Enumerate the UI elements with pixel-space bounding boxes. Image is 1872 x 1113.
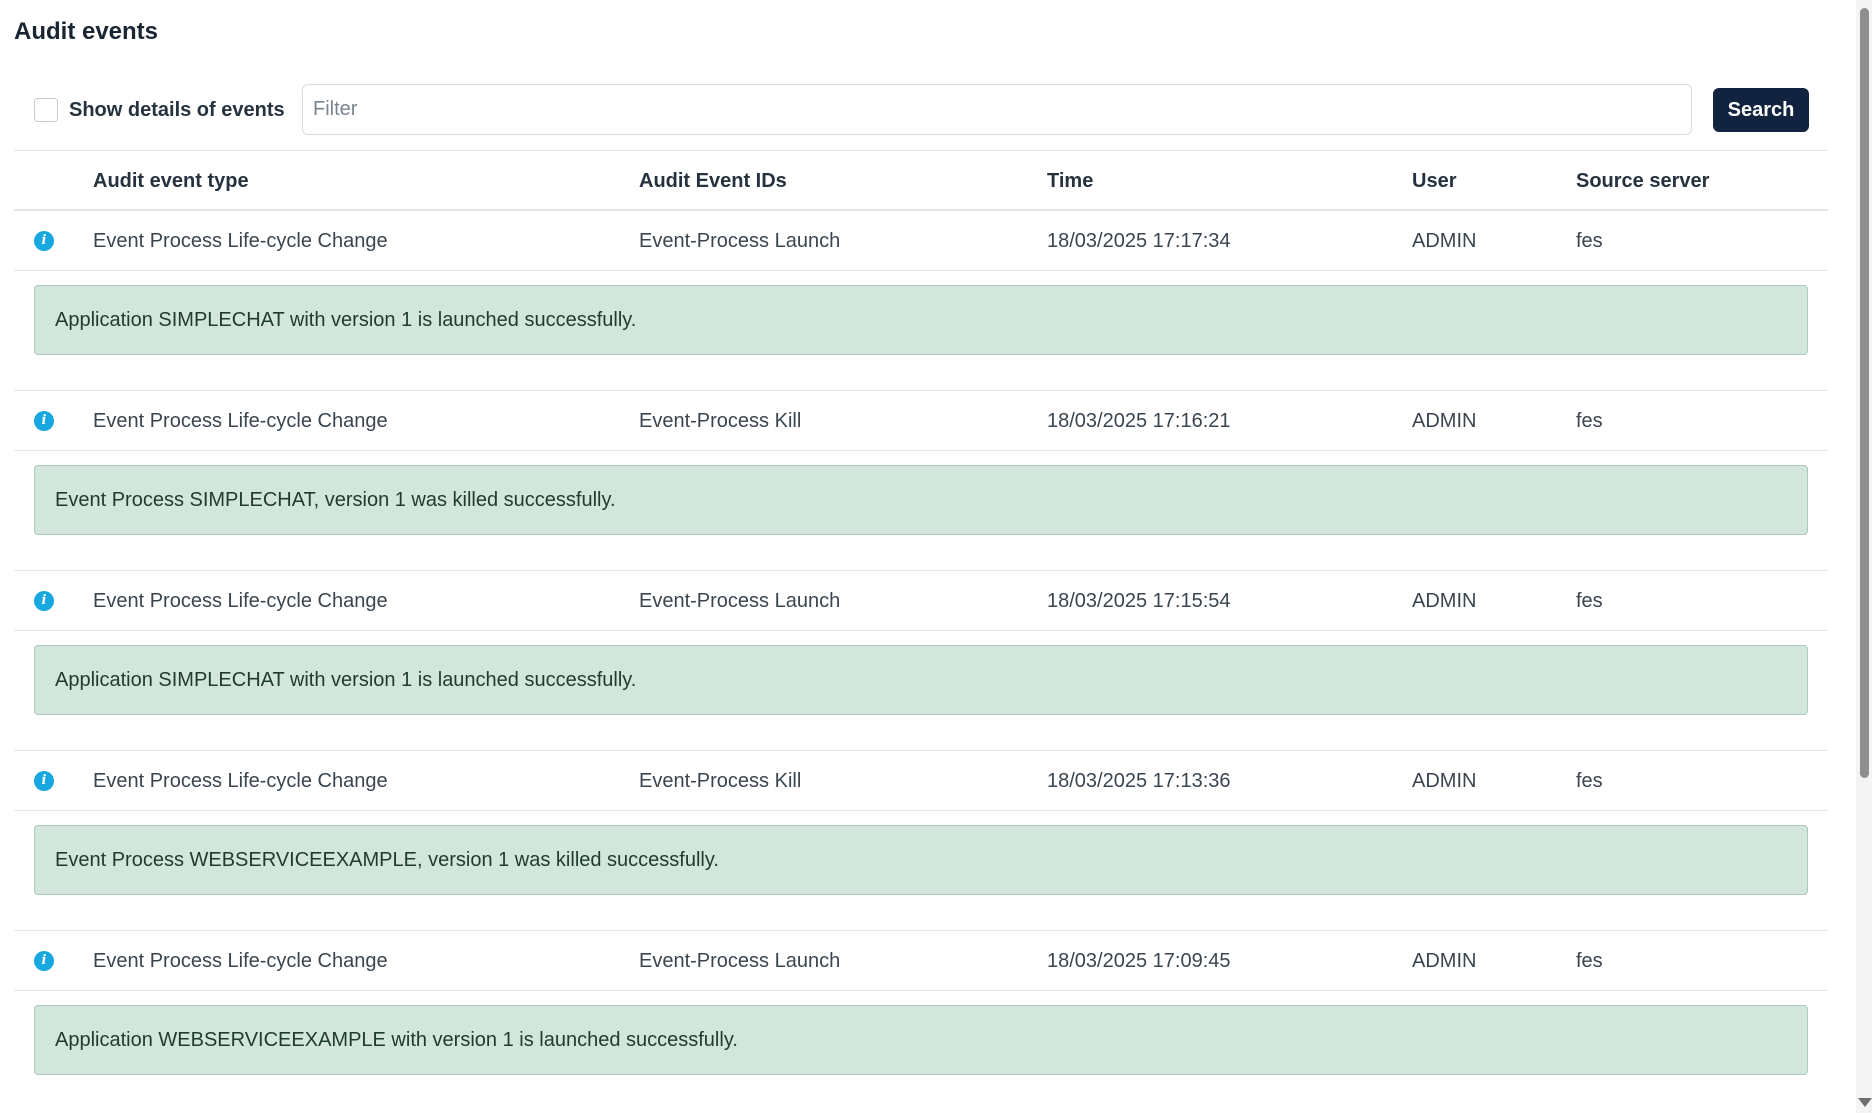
- audit-events-table: Audit event type Audit Event IDs Time Us…: [14, 150, 1828, 1110]
- info-icon[interactable]: i: [34, 411, 54, 431]
- event-user-cell: ADMIN: [1412, 770, 1477, 792]
- page-title: Audit events: [14, 18, 159, 45]
- show-details-checkbox[interactable]: [34, 98, 58, 122]
- event-user-cell: ADMIN: [1412, 950, 1477, 972]
- event-ids-cell: Event-Process Launch: [639, 590, 841, 612]
- event-type-cell: Event Process Life-cycle Change: [93, 230, 388, 252]
- info-icon[interactable]: i: [34, 951, 54, 971]
- filter-input[interactable]: [302, 84, 1692, 135]
- event-type-cell: Event Process Life-cycle Change: [93, 950, 388, 972]
- table-row[interactable]: i Event Process Life-cycle Change Event-…: [14, 930, 1828, 990]
- event-detail-message: Application WEBSERVICEEXAMPLE with versi…: [34, 1005, 1808, 1075]
- event-detail-message: Event Process SIMPLECHAT, version 1 was …: [34, 465, 1808, 535]
- column-header-audit-event-ids[interactable]: Audit Event IDs: [639, 151, 787, 211]
- info-icon[interactable]: i: [34, 591, 54, 611]
- event-time-cell: 18/03/2025 17:15:54: [1047, 590, 1231, 612]
- event-ids-cell: Event-Process Kill: [639, 410, 802, 432]
- search-button[interactable]: Search: [1713, 88, 1809, 132]
- table-row[interactable]: i Event Process Life-cycle Change Event-…: [14, 210, 1828, 270]
- event-time-cell: 18/03/2025 17:17:34: [1047, 230, 1231, 252]
- event-time-cell: 18/03/2025 17:16:21: [1047, 410, 1231, 432]
- event-ids-cell: Event-Process Launch: [639, 950, 841, 972]
- table-header-row: Audit event type Audit Event IDs Time Us…: [14, 150, 1828, 210]
- event-ids-cell: Event-Process Kill: [639, 770, 802, 792]
- table-row[interactable]: i Event Process Life-cycle Change Event-…: [14, 570, 1828, 630]
- info-icon[interactable]: i: [34, 771, 54, 791]
- event-user-cell: ADMIN: [1412, 590, 1477, 612]
- column-header-source-server[interactable]: Source server: [1576, 151, 1709, 211]
- event-type-cell: Event Process Life-cycle Change: [93, 410, 388, 432]
- event-detail-area: Event Process WEBSERVICEEXAMPLE, version…: [14, 810, 1828, 930]
- event-detail-message: Event Process WEBSERVICEEXAMPLE, version…: [34, 825, 1808, 895]
- column-header-time[interactable]: Time: [1047, 151, 1093, 211]
- column-header-audit-event-type[interactable]: Audit event type: [93, 151, 249, 211]
- event-detail-message: Application SIMPLECHAT with version 1 is…: [34, 285, 1808, 355]
- event-source-cell: fes: [1576, 590, 1603, 612]
- event-detail-area: Application SIMPLECHAT with version 1 is…: [14, 270, 1828, 390]
- info-icon[interactable]: i: [34, 231, 54, 251]
- filter-toolbar: Show details of events Search: [14, 84, 1828, 136]
- scroll-down-arrow-icon[interactable]: [1858, 1098, 1872, 1107]
- event-time-cell: 18/03/2025 17:09:45: [1047, 950, 1231, 972]
- vertical-scrollbar[interactable]: [1856, 0, 1872, 1113]
- column-header-user[interactable]: User: [1412, 151, 1456, 211]
- show-details-toggle[interactable]: Show details of events: [34, 98, 285, 122]
- event-user-cell: ADMIN: [1412, 230, 1477, 252]
- table-row[interactable]: i Event Process Life-cycle Change Event-…: [14, 390, 1828, 450]
- show-details-label[interactable]: Show details of events: [69, 99, 285, 122]
- event-source-cell: fes: [1576, 950, 1603, 972]
- event-type-cell: Event Process Life-cycle Change: [93, 590, 388, 612]
- event-detail-area: Application WEBSERVICEEXAMPLE with versi…: [14, 990, 1828, 1110]
- event-source-cell: fes: [1576, 230, 1603, 252]
- event-detail-area: Application SIMPLECHAT with version 1 is…: [14, 630, 1828, 750]
- event-source-cell: fes: [1576, 770, 1603, 792]
- event-time-cell: 18/03/2025 17:13:36: [1047, 770, 1231, 792]
- event-detail-message: Application SIMPLECHAT with version 1 is…: [34, 645, 1808, 715]
- event-detail-area: Event Process SIMPLECHAT, version 1 was …: [14, 450, 1828, 570]
- table-row[interactable]: i Event Process Life-cycle Change Event-…: [14, 750, 1828, 810]
- event-user-cell: ADMIN: [1412, 410, 1477, 432]
- event-type-cell: Event Process Life-cycle Change: [93, 770, 388, 792]
- audit-events-page: Audit events Show details of events Sear…: [0, 0, 1872, 1113]
- scrollbar-thumb[interactable]: [1860, 8, 1869, 778]
- event-ids-cell: Event-Process Launch: [639, 230, 841, 252]
- event-source-cell: fes: [1576, 410, 1603, 432]
